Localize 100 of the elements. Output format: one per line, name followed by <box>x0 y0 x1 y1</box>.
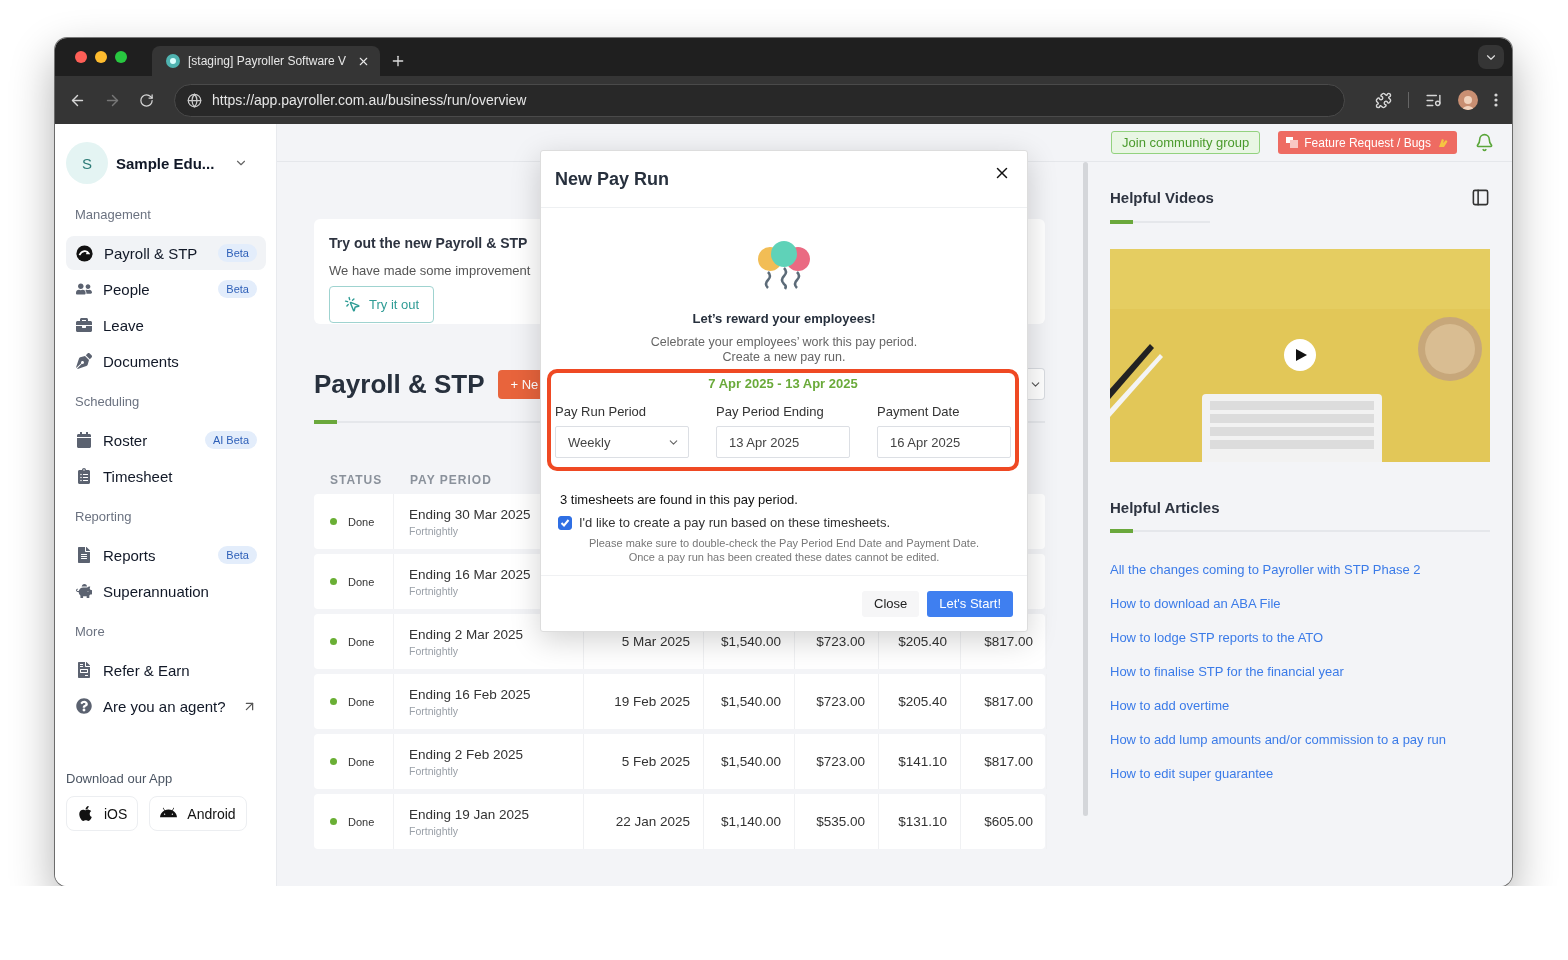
table-cell: $723.00 <box>816 634 865 649</box>
pay-period: Ending 30 Mar 2025 <box>409 506 531 522</box>
field-label: Pay Period Ending <box>716 404 825 419</box>
panel-toggle-icon[interactable] <box>1471 188 1490 207</box>
table-cell: $1,540.00 <box>720 694 781 709</box>
field-label: Pay Run Period <box>555 404 648 419</box>
date-field[interactable]: 16 Apr 2025 <box>877 426 1011 458</box>
table-cell: $205.40 <box>898 694 947 709</box>
status-dot <box>330 578 337 585</box>
sidebar-item[interactable]: Are you an agent? <box>66 689 266 723</box>
promo-text: We have made some improvement <box>329 263 532 278</box>
sidebar-item[interactable]: Documents <box>66 344 266 378</box>
table-cell: $131.10 <box>898 814 947 829</box>
promo-title: Try out the new Payroll & STP <box>329 235 529 251</box>
status-dot <box>330 638 337 645</box>
table-cell: $1,540.00 <box>720 634 781 649</box>
scrollbar[interactable] <box>1083 162 1088 816</box>
table-cell: $817.00 <box>984 694 1033 709</box>
pay-period: Ending 19 Jan 2025 <box>409 806 530 822</box>
menu-button[interactable] <box>1492 91 1500 109</box>
start-button[interactable]: Let's Start! <box>927 590 1013 617</box>
address-bar[interactable]: https://app.payroller.com.au/business/run/overview <box>174 83 1345 117</box>
table-cell: $817.00 <box>984 754 1033 769</box>
period-select[interactable]: Weekly <box>555 426 689 458</box>
dialog-heading: Let’s reward your employees! <box>692 311 876 326</box>
article-link[interactable]: How to lodge STP reports to the ATO <box>1110 630 1490 645</box>
pay-frequency: Fortnightly <box>409 524 459 537</box>
status-dot <box>330 818 337 825</box>
pay-frequency: Fortnightly <box>409 584 459 597</box>
column-header: PAY PERIOD <box>409 473 492 489</box>
document-icon <box>76 547 92 563</box>
date-field[interactable]: 13 Apr 2025 <box>716 426 850 458</box>
browser-tab[interactable]: [staging] Payroller Software V <box>152 46 380 76</box>
article-link[interactable]: How to finalise STP for the financial year <box>1110 664 1490 679</box>
sidebar-item[interactable]: Superannuation <box>66 574 266 608</box>
warning-note: Once a pay run has been created these dates cannot be edited. <box>627 550 941 564</box>
checkbox-label: I'd like to create a pay run based on these timesheets. <box>579 515 891 530</box>
article-link[interactable]: How to add lump amounts and/or commission to a pay run <box>1110 732 1490 747</box>
table-cell: $723.00 <box>816 754 865 769</box>
beta-badge: Beta <box>218 546 257 564</box>
section-title: Scheduling <box>74 393 141 411</box>
swirl-icon <box>76 244 93 262</box>
sidebar-item[interactable]: Leave <box>66 308 266 342</box>
status-text: Done <box>348 515 375 528</box>
dialog-text: Celebrate your employees’ work this pay period. <box>650 335 918 350</box>
article-link[interactable]: How to download an ABA File <box>1110 596 1490 611</box>
sidebar-item[interactable]: Roster AI Beta <box>66 423 266 457</box>
section-title: Management <box>74 206 152 224</box>
pay-period: Ending 2 Feb 2025 <box>409 746 524 762</box>
app-store-button[interactable]: Android <box>149 796 247 831</box>
profile-avatar[interactable] <box>1458 90 1478 110</box>
calendar-icon <box>76 432 92 448</box>
pay-frequency: Fortnightly <box>409 704 459 717</box>
timesheets-found-text: 3 timesheets are found in this pay period. <box>559 492 799 507</box>
zoom-window-button[interactable] <box>115 51 127 63</box>
sidebar-item[interactable]: Reports Beta <box>66 538 266 572</box>
table-cell: 5 Mar 2025 <box>621 634 690 649</box>
organization-avatar: S <box>66 142 108 184</box>
puzzle-icon <box>1375 91 1392 109</box>
dialog-text: Create a new pay run. <box>721 350 847 365</box>
table-cell: $1,140.00 <box>720 814 781 829</box>
organization-switcher[interactable]: S Sample Edu... <box>66 142 266 184</box>
minimize-window-button[interactable] <box>95 51 107 63</box>
globe-icon <box>187 92 202 108</box>
beta-badge: Beta <box>218 244 257 262</box>
status-dot <box>330 698 337 705</box>
tab-search-button[interactable] <box>1478 45 1504 69</box>
status-text: Done <box>348 815 375 828</box>
apple-icon <box>77 805 94 822</box>
sidebar-item[interactable]: People Beta <box>66 272 266 306</box>
sidebar-item[interactable]: Payroll & STP Beta <box>66 236 266 270</box>
play-icon <box>1296 349 1307 361</box>
sidebar-item[interactable]: Refer & Earn <box>66 653 266 687</box>
cursor-click-icon <box>344 296 361 313</box>
clipboard-icon <box>76 468 92 484</box>
pay-frequency: Fortnightly <box>409 764 459 777</box>
help-icon <box>76 698 92 714</box>
article-link[interactable]: How to add overtime <box>1110 698 1490 713</box>
more-icon <box>1494 93 1498 107</box>
section-title: Reporting <box>74 508 133 526</box>
confirm-checkbox[interactable] <box>558 515 572 530</box>
reload-icon <box>139 92 154 108</box>
app-store-button[interactable]: iOS <box>66 796 139 831</box>
warning-note: Please make sure to double-check the Pay Period End Date and Payment Date. <box>588 537 980 551</box>
status-text: Done <box>348 635 375 648</box>
close-button[interactable]: Close <box>862 590 920 617</box>
section-heading: Helpful Articles <box>1110 499 1220 516</box>
article-link[interactable]: How to edit super guarantee <box>1110 766 1490 781</box>
table-cell: $605.00 <box>984 814 1033 829</box>
beta-badge: Beta <box>218 280 257 298</box>
bell-icon[interactable] <box>1475 133 1494 152</box>
sidebar-item[interactable]: Timesheet <box>66 459 266 493</box>
table-cell: $817.00 <box>984 634 1033 649</box>
pen-icon <box>76 353 92 369</box>
beta-badge: AI Beta <box>204 431 257 449</box>
article-link[interactable]: All the changes coming to Payroller with STP Phase 2 <box>1110 562 1490 577</box>
date-range: 7 Apr 2025 - 13 Apr 2025 <box>707 376 859 391</box>
table-cell: $535.00 <box>816 814 865 829</box>
status-text: Done <box>348 575 375 588</box>
close-window-button[interactable] <box>75 51 87 63</box>
